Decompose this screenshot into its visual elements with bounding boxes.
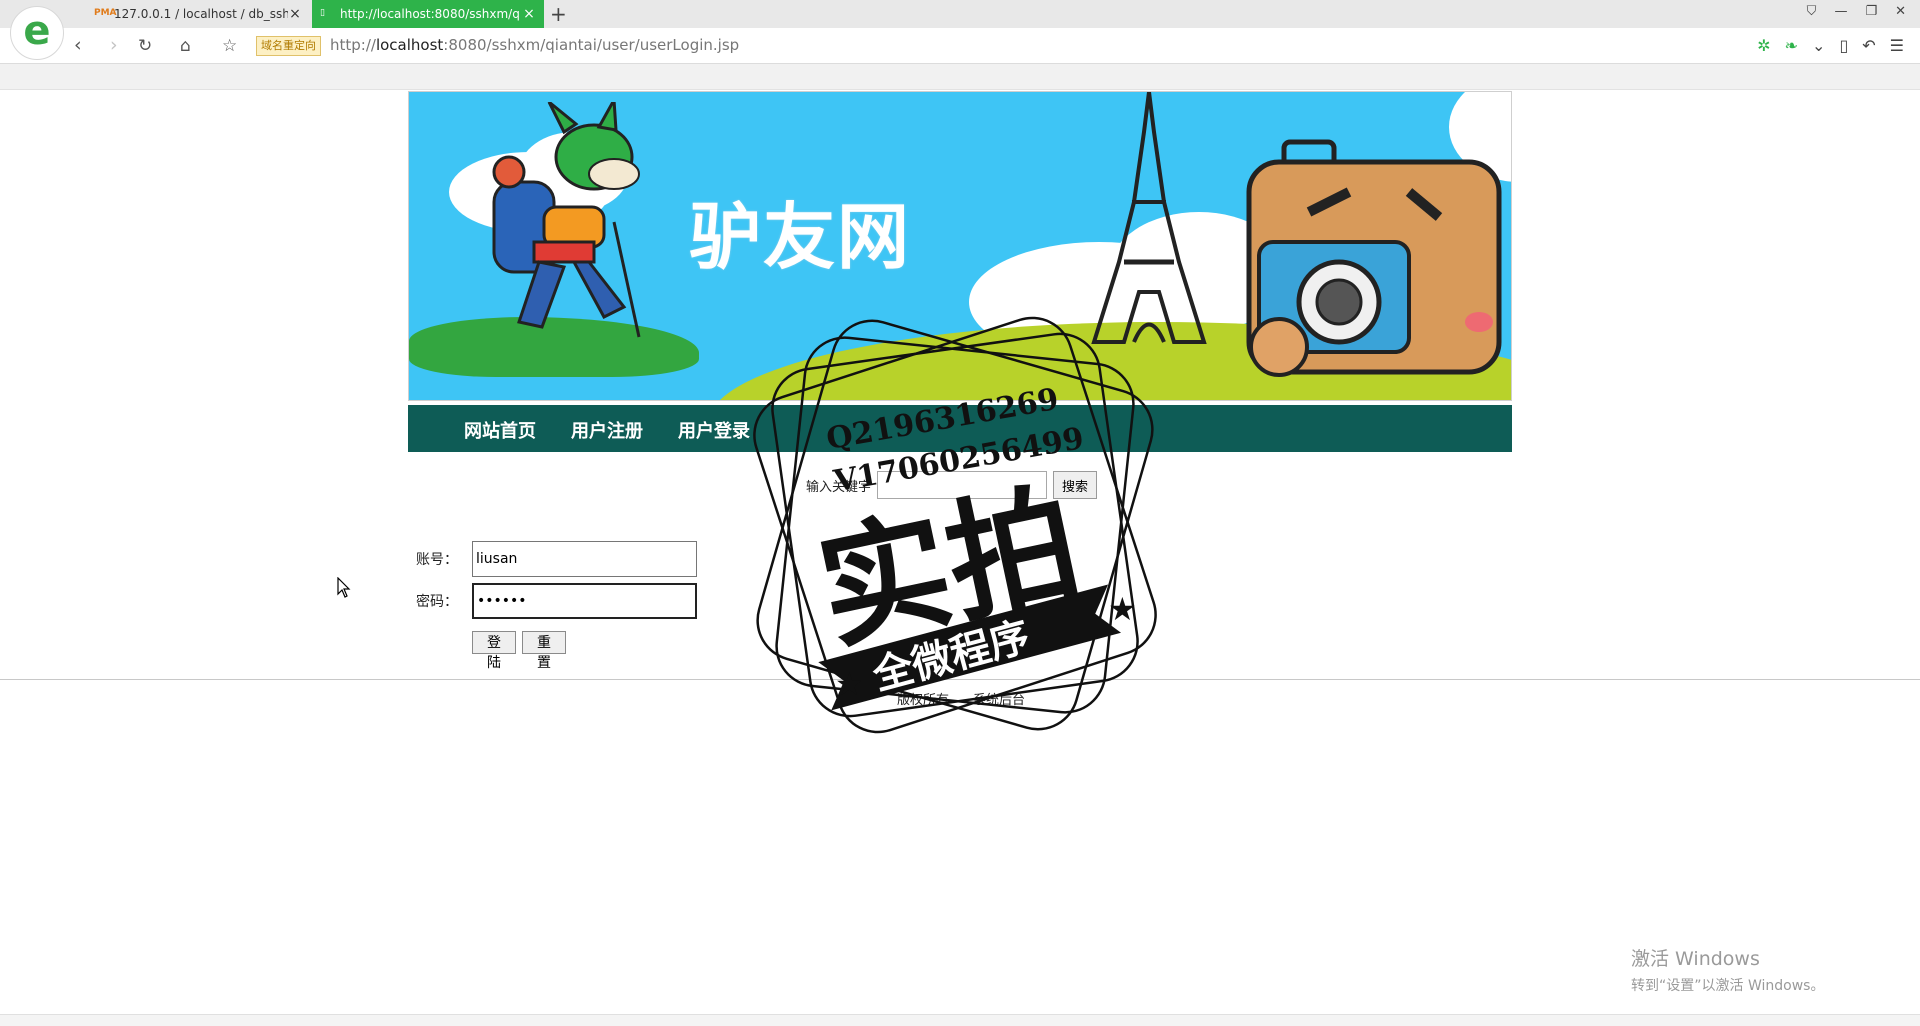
donkey-mascot-icon	[492, 102, 641, 338]
form-buttons: 登陆 重置	[472, 631, 566, 671]
browser-tab-phpmyadmin[interactable]: PMA 127.0.0.1 / localhost / db_ssh ×	[86, 0, 310, 28]
account-label: 账号：	[416, 552, 458, 568]
account-row: 账号：	[416, 541, 697, 577]
reload-icon[interactable]: ↻	[138, 36, 152, 56]
forward-icon[interactable]: ›	[110, 34, 118, 56]
url-scheme: http://	[330, 36, 376, 54]
windows-activation-notice: 激活 Windows 转到“设置”以激活 Windows。	[1631, 944, 1824, 995]
footer-divider	[0, 679, 1920, 680]
reading-mode-icon[interactable]: ▯	[1839, 36, 1848, 55]
eiffel-tower-icon	[1091, 92, 1207, 344]
password-row: 密码：	[416, 583, 697, 619]
star-icon: ★	[835, 665, 864, 703]
menu-icon[interactable]: ☰	[1890, 36, 1904, 55]
close-window-button[interactable]: ✕	[1895, 4, 1906, 19]
login-button[interactable]: 登陆	[472, 631, 516, 671]
browser-status-bar	[0, 1014, 1920, 1026]
nav-register-link[interactable]: 用户注册	[571, 417, 643, 443]
url-host: localhost	[375, 36, 444, 54]
star-icon: ★	[1108, 590, 1137, 628]
tab-title: http://localhost:8080/sshxm/q	[340, 7, 520, 21]
window-controls: ⛉ — ❐ ✕	[1807, 4, 1906, 19]
url-field[interactable]: http://localhost:8080/sshxm/qiantai/user…	[330, 36, 739, 54]
close-tab-icon[interactable]: ×	[288, 6, 302, 22]
search-input[interactable]	[877, 471, 1048, 499]
toolbar-right: ✲ ❧ ⌄ ▯ ↶ ☰	[1757, 36, 1904, 55]
site-banner: 驴友网	[408, 91, 1512, 401]
password-label: 密码：	[416, 594, 458, 610]
new-tab-button[interactable]: +	[550, 2, 567, 26]
bookmarks-bar	[0, 64, 1920, 90]
nav-home-link[interactable]: 网站首页	[464, 417, 536, 443]
minimize-button[interactable]: —	[1834, 4, 1847, 19]
main-nav-bar: 网站首页 用户注册 用户登录	[408, 405, 1512, 452]
address-bar: ‹ › ↻ ⌂ ☆ 域名重定向 http://localhost:8080/ss…	[0, 28, 1920, 64]
nav-login-link[interactable]: 用户登录	[678, 417, 750, 443]
back-icon[interactable]: ‹	[74, 34, 82, 56]
footer-copyright: 版权所有	[897, 693, 950, 708]
search-button[interactable]: 搜索	[1053, 471, 1098, 499]
undo-icon[interactable]: ↶	[1862, 36, 1875, 55]
leaf-icon[interactable]: ❧	[1785, 36, 1798, 55]
reset-button[interactable]: 重置	[522, 631, 566, 671]
search-box: 输入关键字 搜索	[806, 471, 1098, 499]
browser-tab-bar: PMA 127.0.0.1 / localhost / db_ssh × ▯ h…	[0, 0, 1920, 28]
activation-title: 激活 Windows	[1631, 948, 1760, 970]
favorite-star-icon[interactable]: ☆	[222, 36, 237, 56]
home-icon[interactable]: ⌂	[180, 36, 191, 56]
browser-tab-active[interactable]: ▯ http://localhost:8080/sshxm/q ×	[312, 0, 544, 28]
banner-title: 驴友网	[689, 195, 912, 279]
activation-subtitle: 转到“设置”以激活 Windows。	[1631, 978, 1825, 994]
mouse-cursor-icon	[337, 577, 351, 598]
tab-title: 127.0.0.1 / localhost / db_ssh	[114, 7, 288, 21]
url-path: :8080/sshxm/qiantai/user/userLogin.jsp	[443, 36, 740, 54]
chevron-down-icon[interactable]: ⌄	[1812, 36, 1825, 55]
skin-icon[interactable]: ⛉	[1807, 4, 1817, 19]
phpmyadmin-icon: PMA	[94, 8, 117, 18]
footer-admin-link[interactable]: 系统后台	[973, 689, 1025, 708]
redirect-badge[interactable]: 域名重定向	[256, 36, 321, 56]
search-label: 输入关键字	[806, 479, 872, 495]
page-icon: ▯	[320, 8, 325, 18]
restore-button[interactable]: ❐	[1865, 4, 1877, 19]
suitcase-camera-icon	[1246, 139, 1502, 377]
password-input[interactable]	[472, 583, 697, 619]
browser-logo-icon[interactable]: e	[10, 6, 64, 60]
accelerate-icon[interactable]: ✲	[1757, 36, 1770, 55]
close-tab-icon[interactable]: ×	[522, 6, 536, 22]
watermark-ribbon: 全微程序	[867, 614, 1034, 700]
account-input[interactable]	[472, 541, 697, 577]
